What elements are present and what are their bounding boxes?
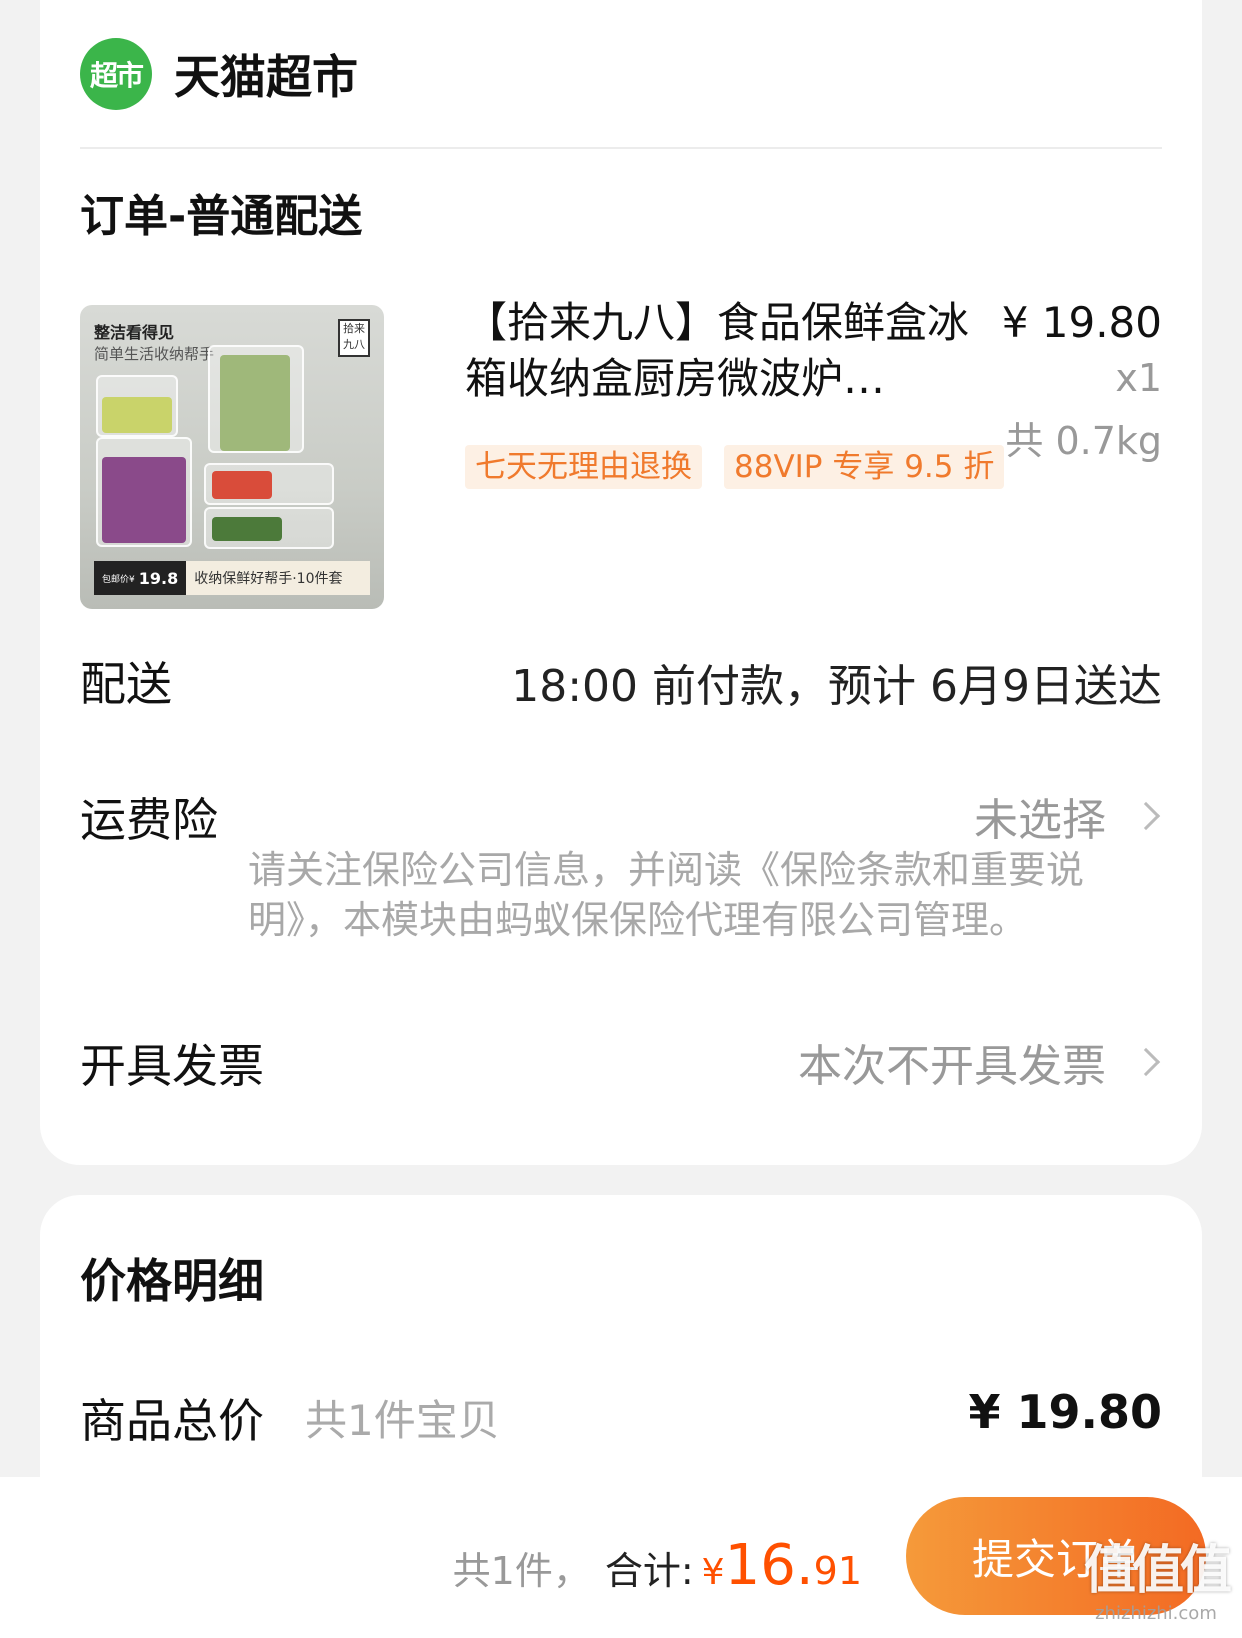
goods-total-label: 商品总价: [80, 1394, 264, 1448]
watermark-logo: 值值值: [1083, 1541, 1232, 1601]
thumb-subline: 简单生活收纳帮手: [94, 345, 215, 363]
food-fill: [220, 355, 290, 451]
currency-symbol: ¥: [701, 1552, 725, 1593]
insurance-value: 未选择: [974, 795, 1106, 846]
thumb-banner: 包邮价¥ 19.8 收纳保鲜好帮手·10件套: [94, 561, 370, 595]
thumb-banner-desc: 收纳保鲜好帮手·10件套: [194, 571, 343, 587]
product-weight: 共 0.7kg: [1005, 419, 1162, 463]
chevron-right-icon: [1131, 801, 1161, 831]
delivery-label: 配送: [80, 657, 172, 711]
bottom-bar: 共1件， 合计: ¥ 16. 91 提交订单 值值值 zhizhizhi.com: [0, 1477, 1242, 1638]
total-amount-dec: 91: [813, 1549, 862, 1593]
store-header[interactable]: 超市 天猫超市: [80, 38, 358, 110]
order-card: 超市 天猫超市 订单-普通配送 整洁看得见 简单生活收纳帮手 拾来九八 包邮价¥…: [40, 0, 1202, 1165]
product-quantity: x1: [1115, 356, 1162, 400]
store-logo-icon: 超市: [80, 38, 152, 110]
insurance-label: 运费险: [80, 793, 218, 847]
store-name: 天猫超市: [174, 50, 358, 104]
order-summary: 共1件， 合计: ¥ 16. 91: [453, 1533, 862, 1598]
product-tag: 88VIP 专享 9.5 折: [724, 445, 1005, 489]
delivery-value: 18:00 前付款，预计 6月9日送达: [511, 661, 1162, 712]
food-fill: [212, 517, 282, 541]
watermark-url: zhizhizhi.com: [1095, 1603, 1217, 1624]
thumb-banner-price: 包邮价¥ 19.8: [94, 561, 187, 595]
insurance-selector[interactable]: 未选择: [974, 784, 1162, 848]
product-thumbnail[interactable]: 整洁看得见 简单生活收纳帮手 拾来九八 包邮价¥ 19.8 收纳保鲜好帮手·10件…: [80, 305, 384, 609]
goods-total-count: 共1件宝贝: [305, 1396, 500, 1445]
insurance-note: 请关注保险公司信息，并阅读《保险条款和重要说明》，本模块由蚂蚁保保险代理有限公司…: [248, 848, 1085, 942]
product-tag: 七天无理由退换: [465, 445, 702, 489]
thumb-headline: 整洁看得见: [94, 323, 175, 342]
item-count: 共1件，: [452, 1549, 591, 1593]
food-fill: [102, 457, 186, 543]
product-tags: 七天无理由退换 88VIP 专享 9.5 折: [465, 445, 1026, 489]
invoice-selector[interactable]: 本次不开具发票: [798, 1030, 1162, 1094]
total-amount-int: 16.: [724, 1533, 814, 1598]
total-label: 合计:: [604, 1549, 694, 1593]
invoice-label: 开具发票: [80, 1039, 264, 1093]
product-title[interactable]: 【拾来九八】食品保鲜盒冰箱收纳盒厨房微波炉…: [465, 295, 985, 407]
food-fill: [212, 471, 272, 499]
price-detail-title: 价格明细: [80, 1254, 264, 1308]
order-section-title: 订单-普通配送: [80, 191, 363, 242]
product-price: ¥ 19.80: [1001, 298, 1162, 347]
food-fill: [102, 397, 172, 433]
watermark: 值值值 zhizhizhi.com: [1083, 1528, 1232, 1624]
brand-logo-icon: 拾来九八: [338, 319, 370, 357]
invoice-value: 本次不开具发票: [798, 1041, 1106, 1092]
divider: [80, 147, 1162, 149]
chevron-right-icon: [1131, 1047, 1161, 1077]
goods-total-value: ¥ 19.80: [968, 1385, 1162, 1439]
